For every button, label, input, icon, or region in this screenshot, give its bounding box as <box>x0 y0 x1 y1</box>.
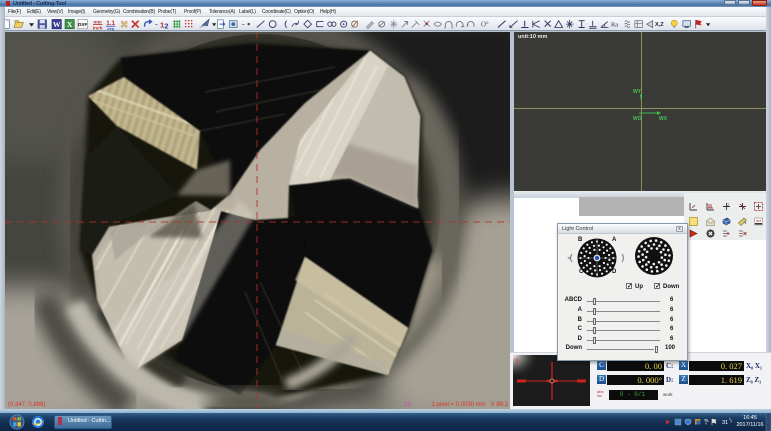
svg-text:S: S <box>515 359 519 365</box>
svg-text:inch: inch <box>93 26 103 31</box>
svg-text:⌘: ⌘ <box>120 20 129 30</box>
svg-text:W: W <box>53 20 61 29</box>
svg-text:1 pixel = 0.0030 mm X 89.2: 1 pixel = 0.0030 mm X 89.2 <box>431 402 508 408</box>
svg-text:(0.347, 0.888): (0.347, 0.888) <box>8 402 45 408</box>
svg-text:deg: deg <box>107 27 114 31</box>
svg-text:31: 31 <box>722 420 728 426</box>
svg-text:Ra: Ra <box>611 22 618 29</box>
svg-text:X,Z: X,Z <box>655 22 664 28</box>
svg-text:mm: mm <box>94 20 102 25</box>
svg-text:DXF: DXF <box>78 22 87 27</box>
svg-text:O°: O° <box>481 22 489 29</box>
svg-text:2: 2 <box>164 21 168 30</box>
svg-text:X: X <box>67 20 73 29</box>
svg-text:23: 23 <box>404 402 411 408</box>
